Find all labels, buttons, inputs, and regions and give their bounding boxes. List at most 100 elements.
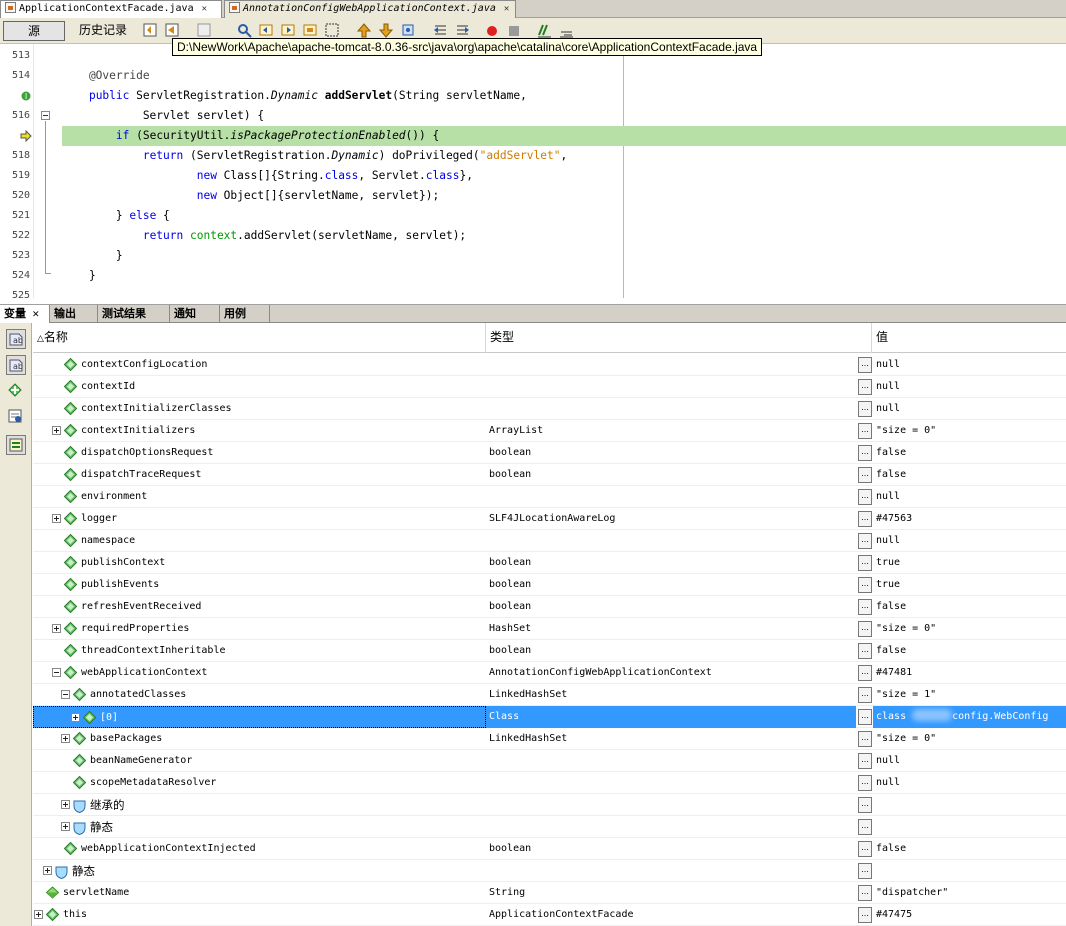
variable-value[interactable] — [873, 794, 1066, 816]
value-editor-button[interactable]: ... — [858, 621, 872, 637]
show-formatted-icon[interactable]: ab — [6, 329, 26, 349]
collapse-toggle-icon[interactable] — [52, 668, 61, 677]
variable-value[interactable]: null — [873, 376, 1066, 398]
variable-row[interactable]: 静态... — [33, 860, 1066, 882]
fold-toggle[interactable] — [41, 111, 50, 120]
variable-value[interactable]: null — [873, 530, 1066, 552]
variable-value[interactable]: class config.WebConfig — [873, 706, 1066, 728]
start-macro-icon[interactable] — [484, 22, 501, 39]
variable-value[interactable]: null — [873, 486, 1066, 508]
variable-row[interactable]: basePackages LinkedHashSet... "size = 0" — [33, 728, 1066, 750]
show-static-icon[interactable]: ab — [6, 355, 26, 375]
value-editor-button[interactable]: ... — [858, 643, 872, 659]
variable-row[interactable]: requiredProperties HashSet... "size = 0" — [33, 618, 1066, 640]
variable-row[interactable]: annotatedClasses LinkedHashSet... "size = … — [33, 684, 1066, 706]
expand-toggle-icon[interactable] — [43, 866, 52, 875]
variable-row[interactable]: namespace... null — [33, 530, 1066, 552]
find-icon[interactable] — [236, 22, 253, 39]
variable-row-selected[interactable]: [0] Class... class config.WebConfig — [33, 706, 1066, 728]
value-editor-button[interactable]: ... — [858, 379, 872, 395]
tab-output[interactable]: 输出 — [50, 305, 98, 323]
variable-value[interactable]: "size = 0" — [873, 420, 1066, 442]
find-previous-icon[interactable] — [258, 22, 275, 39]
tab-use-cases[interactable]: 用例 — [220, 305, 270, 323]
variable-row[interactable]: logger SLF4JLocationAwareLog... #47563 — [33, 508, 1066, 530]
rectangular-selection-icon[interactable] — [324, 22, 341, 39]
expand-toggle-icon[interactable] — [61, 822, 70, 831]
expand-toggle-icon[interactable] — [71, 713, 80, 722]
expand-toggle-icon[interactable] — [52, 624, 61, 633]
show-classes-icon[interactable] — [6, 435, 26, 455]
editor-tab-applicationcontextfacade[interactable]: ApplicationContextFacade.java ✕ — [0, 0, 222, 18]
variable-row[interactable]: publishContext boolean... true — [33, 552, 1066, 574]
variable-value[interactable]: null — [873, 750, 1066, 772]
value-editor-button[interactable]: ... — [858, 357, 872, 373]
value-editor-button[interactable]: ... — [858, 841, 872, 857]
value-editor-button[interactable]: ... — [858, 467, 872, 483]
value-editor-button[interactable]: ... — [858, 885, 872, 901]
value-editor-button[interactable]: ... — [858, 489, 872, 505]
variable-value[interactable]: false — [873, 442, 1066, 464]
variable-value[interactable]: false — [873, 640, 1066, 662]
variable-value[interactable]: null — [873, 772, 1066, 794]
variable-value[interactable]: null — [873, 354, 1066, 376]
variable-value[interactable]: #47563 — [873, 508, 1066, 530]
tab-test-results[interactable]: 测试结果 — [98, 305, 170, 323]
forward-icon[interactable] — [196, 22, 213, 39]
variable-row[interactable]: publishEvents boolean... true — [33, 574, 1066, 596]
show-values-icon[interactable] — [6, 407, 26, 427]
toggle-highlight-icon[interactable] — [302, 22, 319, 39]
value-editor-button[interactable]: ... — [858, 775, 872, 791]
value-editor-button[interactable]: ... — [858, 445, 872, 461]
shift-left-icon[interactable] — [432, 22, 449, 39]
variable-value[interactable]: "dispatcher" — [873, 882, 1066, 904]
value-editor-button[interactable]: ... — [858, 533, 872, 549]
collapse-toggle-icon[interactable] — [61, 690, 70, 699]
variable-value[interactable] — [873, 860, 1066, 882]
variable-value[interactable]: #47475 — [873, 904, 1066, 926]
variable-value[interactable]: false — [873, 838, 1066, 860]
value-editor-button[interactable]: ... — [858, 599, 872, 615]
variable-row[interactable]: contextConfigLocation... null — [33, 354, 1066, 376]
column-header-name[interactable]: △名称 — [33, 323, 486, 353]
variable-value[interactable]: "size = 1" — [873, 684, 1066, 706]
tab-notifications[interactable]: 通知 — [170, 305, 220, 323]
value-editor-button[interactable]: ... — [858, 863, 872, 879]
new-watch-icon[interactable] — [6, 381, 26, 401]
variable-row[interactable]: 继承的... — [33, 794, 1066, 816]
column-header-value[interactable]: 值 — [872, 323, 1066, 353]
variable-row[interactable]: dispatchOptionsRequest boolean... false — [33, 442, 1066, 464]
variable-row[interactable]: threadContextInheritable boolean... false — [33, 640, 1066, 662]
column-header-type[interactable]: 类型 — [486, 323, 872, 353]
variable-row[interactable]: dispatchTraceRequest boolean... false — [33, 464, 1066, 486]
expand-toggle-icon[interactable] — [61, 800, 70, 809]
variable-row[interactable]: 静态... — [33, 816, 1066, 838]
value-editor-button[interactable]: ... — [858, 687, 872, 703]
shift-right-icon[interactable] — [454, 22, 471, 39]
variable-value[interactable]: null — [873, 398, 1066, 420]
history-button[interactable]: 历史记录 — [72, 21, 134, 41]
last-edit-icon[interactable] — [142, 22, 159, 39]
expand-toggle-icon[interactable] — [34, 910, 43, 919]
variable-row[interactable]: contextInitializers ArrayList... "size = 0… — [33, 420, 1066, 442]
value-editor-button[interactable]: ... — [858, 555, 872, 571]
value-editor-button[interactable]: ... — [858, 665, 872, 681]
variable-row[interactable]: webApplicationContext AnnotationConfigWeb… — [33, 662, 1066, 684]
variable-value[interactable]: false — [873, 464, 1066, 486]
close-icon[interactable]: ✕ — [202, 4, 207, 14]
editor-tab-annotationconfig[interactable]: AnnotationConfigWebApplicationContext.ja… — [224, 0, 516, 18]
value-editor-button[interactable]: ... — [858, 709, 872, 725]
source-button[interactable]: 源 — [3, 21, 65, 41]
value-editor-button[interactable]: ... — [858, 907, 872, 923]
value-editor-button[interactable]: ... — [858, 511, 872, 527]
variable-value[interactable]: true — [873, 552, 1066, 574]
back-icon[interactable] — [164, 22, 181, 39]
value-editor-button[interactable]: ... — [858, 753, 872, 769]
uncomment-icon[interactable] — [558, 22, 575, 39]
variable-value[interactable]: "size = 0" — [873, 728, 1066, 750]
close-icon[interactable]: ✕ — [32, 310, 40, 320]
value-editor-button[interactable]: ... — [858, 731, 872, 747]
variable-value[interactable]: #47481 — [873, 662, 1066, 684]
value-editor-button[interactable]: ... — [858, 577, 872, 593]
variable-row[interactable]: contextId... null — [33, 376, 1066, 398]
